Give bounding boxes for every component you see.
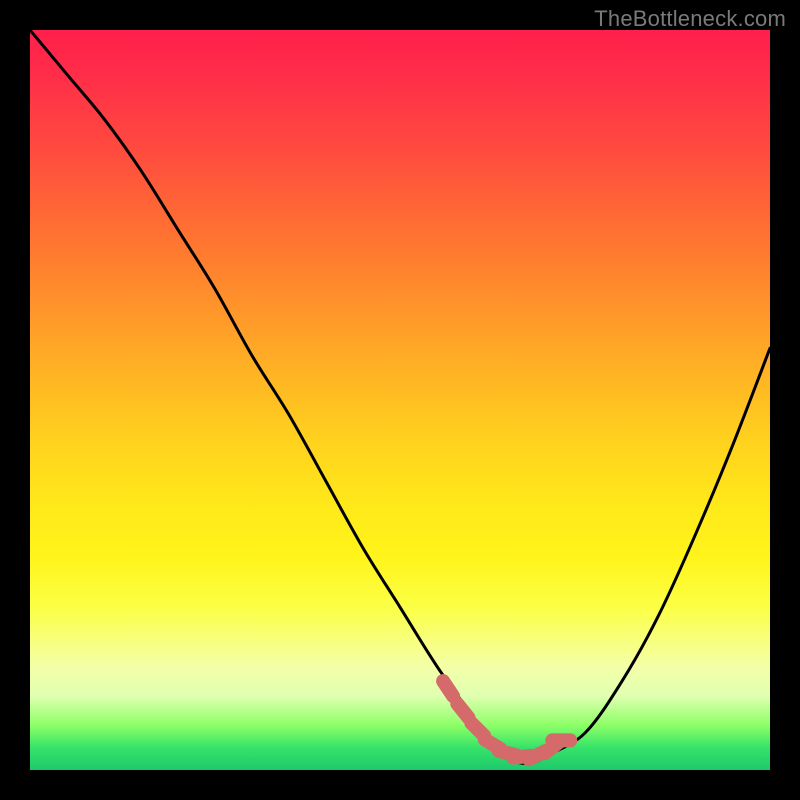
bottleneck-curve [30,30,770,764]
chart-area [30,30,770,770]
curve-svg [30,30,770,770]
highlight-dot [443,681,453,696]
highlight-markers [443,681,570,759]
highlight-dot [457,704,468,718]
watermark-text: TheBottleneck.com [594,6,786,32]
